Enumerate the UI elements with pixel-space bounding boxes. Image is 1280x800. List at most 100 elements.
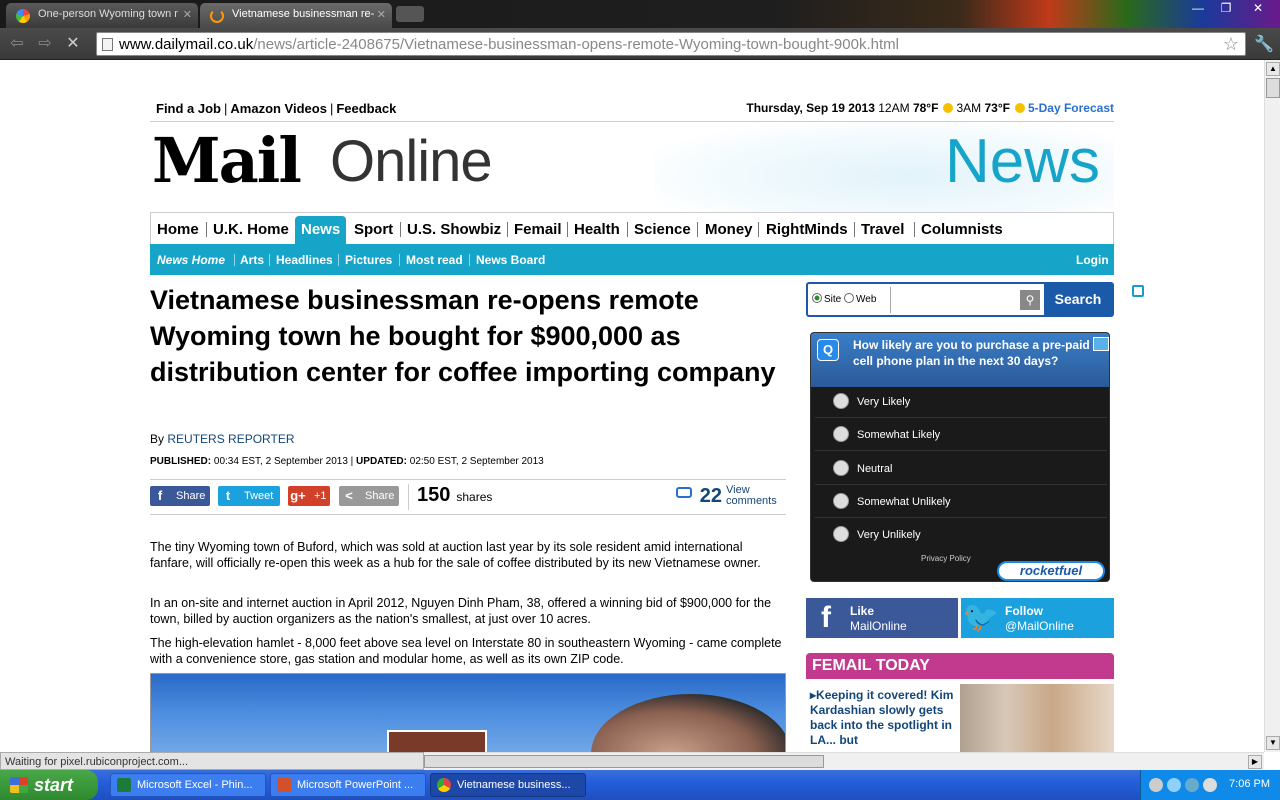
horizontal-scrollbar[interactable]: ▶	[424, 752, 1264, 770]
facebook-like-box[interactable]: f Like MailOnline	[806, 598, 958, 638]
sun-icon	[1014, 103, 1025, 113]
logo-online[interactable]: Online	[330, 128, 493, 195]
bookmark-star-icon[interactable]: ☆	[1223, 34, 1239, 55]
site-radio[interactable]	[812, 293, 822, 303]
chrome-icon	[437, 778, 451, 792]
divider	[815, 417, 1107, 418]
poll-option[interactable]: Very Likely	[833, 393, 910, 409]
nav-femail[interactable]: Femail	[508, 213, 568, 244]
search-button[interactable]: Search	[1044, 284, 1112, 315]
subnav-separator	[399, 254, 400, 266]
poll-option[interactable]: Somewhat Unlikely	[833, 493, 951, 509]
tray-arrow-icon[interactable]	[1149, 778, 1163, 792]
taskbar-powerpoint[interactable]: Microsoft PowerPoint ...	[270, 773, 426, 797]
twitter-follow-box[interactable]: 🐦 Follow @MailOnline	[961, 598, 1114, 638]
poll-option[interactable]: Somewhat Likely	[833, 426, 940, 442]
scroll-thumb[interactable]	[424, 755, 824, 768]
radio-icon	[833, 426, 849, 442]
scroll-thumb[interactable]	[1266, 78, 1280, 98]
browser-tab[interactable]: One-person Wyoming town r ✕	[6, 3, 198, 28]
subnav-news-home[interactable]: News Home	[157, 253, 225, 267]
femail-story-link[interactable]: ▸Keeping it covered! Kim Kardashian slow…	[810, 688, 958, 748]
logo-mail[interactable]: Mail	[152, 124, 302, 197]
privacy-policy-link[interactable]: Privacy Policy	[921, 554, 971, 563]
minimize-icon[interactable]: —	[1184, 0, 1212, 18]
close-window-icon[interactable]: ✕	[1240, 0, 1276, 18]
section-title: News	[944, 127, 1100, 196]
search-input[interactable]	[890, 287, 1040, 313]
subnav-most-read[interactable]: Most read	[406, 253, 463, 267]
poll-option[interactable]: Very Unlikely	[833, 526, 921, 542]
adchoices-icon[interactable]	[1132, 285, 1144, 297]
back-icon[interactable]: ⇦	[6, 34, 28, 54]
scroll-down-icon[interactable]: ▼	[1266, 736, 1280, 750]
forecast-link[interactable]: 5-Day Forecast	[1028, 101, 1114, 115]
search-box: Site Web ⚲ Search	[806, 282, 1114, 317]
adchoices-icon[interactable]	[1093, 337, 1109, 351]
rocketfuel-logo[interactable]: rocketfuel	[997, 561, 1105, 581]
amazon-videos-link[interactable]: Amazon Videos	[230, 101, 327, 116]
nav-columnists[interactable]: Columnists	[915, 213, 1009, 244]
view-comments-link[interactable]: 22 View comments	[666, 484, 786, 510]
nav-home[interactable]: Home	[151, 213, 205, 244]
published-label: PUBLISHED:	[150, 456, 212, 467]
vertical-scrollbar[interactable]: ▲ ▼	[1264, 60, 1280, 752]
facebook-share-label: Share	[176, 490, 206, 502]
close-tab-icon[interactable]: ✕	[377, 8, 386, 21]
browser-tab-active[interactable]: Vietnamese businessman re- ✕	[200, 3, 392, 28]
poll-option-label: Very Unlikely	[857, 529, 921, 541]
tray-clock-icon[interactable]	[1203, 778, 1217, 792]
login-link[interactable]: Login	[1076, 253, 1109, 267]
taskbar-excel[interactable]: Microsoft Excel - Phin...	[110, 773, 266, 797]
start-button[interactable]: start	[0, 770, 98, 800]
search-scope: Site Web	[812, 293, 876, 305]
masthead: Mail Online News	[150, 122, 1114, 212]
date-text: Thursday, Sep 19 2013	[746, 101, 875, 115]
nav-sport[interactable]: Sport	[348, 213, 399, 244]
subnav-news-board[interactable]: News Board	[476, 253, 545, 267]
facebook-share-button[interactable]: f Share	[150, 486, 210, 506]
network-icon[interactable]	[1167, 778, 1181, 792]
gplus-share-button[interactable]: g+ +1	[288, 486, 330, 506]
search-icon[interactable]: ⚲	[1020, 290, 1040, 310]
new-tab-button[interactable]	[396, 6, 424, 22]
nav-rightminds[interactable]: RightMinds	[760, 213, 854, 244]
feedback-link[interactable]: Feedback	[336, 101, 396, 116]
nav-health[interactable]: Health	[568, 213, 626, 244]
restore-icon[interactable]: ❐	[1212, 0, 1240, 18]
loading-spinner-icon	[210, 9, 224, 23]
twitter-share-button[interactable]: t Tweet	[218, 486, 280, 506]
taskbar-clock[interactable]: 7:06 PM	[1229, 778, 1270, 790]
nav-uk-home[interactable]: U.K. Home	[207, 213, 295, 244]
poll-option[interactable]: Neutral	[833, 460, 892, 476]
subnav-arts[interactable]: Arts	[240, 253, 264, 267]
wrench-menu-icon[interactable]: 🔧	[1254, 34, 1274, 54]
subnav-pictures[interactable]: Pictures	[345, 253, 392, 267]
address-bar[interactable]: www.dailymail.co.uk/news/article-2408675…	[96, 32, 1246, 56]
published-date: 00:34 EST, 2 September 2013	[213, 456, 348, 467]
taskbar-chrome[interactable]: Vietnamese business...	[430, 773, 586, 797]
close-tab-icon[interactable]: ✕	[183, 8, 192, 21]
more-share-button[interactable]: < Share	[339, 486, 399, 506]
find-a-job-link[interactable]: Find a Job	[156, 101, 221, 116]
facebook-account: MailOnline	[850, 619, 907, 633]
subnav-headlines[interactable]: Headlines	[276, 253, 333, 267]
nav-news[interactable]: News	[295, 216, 347, 244]
poll-option-label: Somewhat Unlikely	[857, 496, 951, 508]
article-paragraph: The tiny Wyoming town of Buford, which w…	[150, 540, 761, 570]
author-link[interactable]: REUTERS REPORTER	[167, 432, 294, 446]
femail-today-header[interactable]: FEMAIL TODAY	[806, 653, 1114, 679]
tray-app-icon[interactable]	[1185, 778, 1199, 792]
web-radio[interactable]	[844, 293, 855, 303]
nav-science[interactable]: Science	[628, 213, 697, 244]
forward-icon[interactable]: ⇨	[34, 34, 56, 54]
divider	[815, 450, 1107, 451]
poll-ad: Q How likely are you to purchase a pre-p…	[810, 332, 1110, 582]
femail-story-image[interactable]	[960, 684, 1114, 752]
scroll-right-icon[interactable]: ▶	[1248, 755, 1262, 769]
nav-us-showbiz[interactable]: U.S. Showbiz	[401, 213, 507, 244]
nav-travel[interactable]: Travel	[855, 213, 910, 244]
nav-money[interactable]: Money	[699, 213, 759, 244]
scroll-up-icon[interactable]: ▲	[1266, 62, 1280, 76]
stop-icon[interactable]: ✕	[62, 34, 84, 54]
